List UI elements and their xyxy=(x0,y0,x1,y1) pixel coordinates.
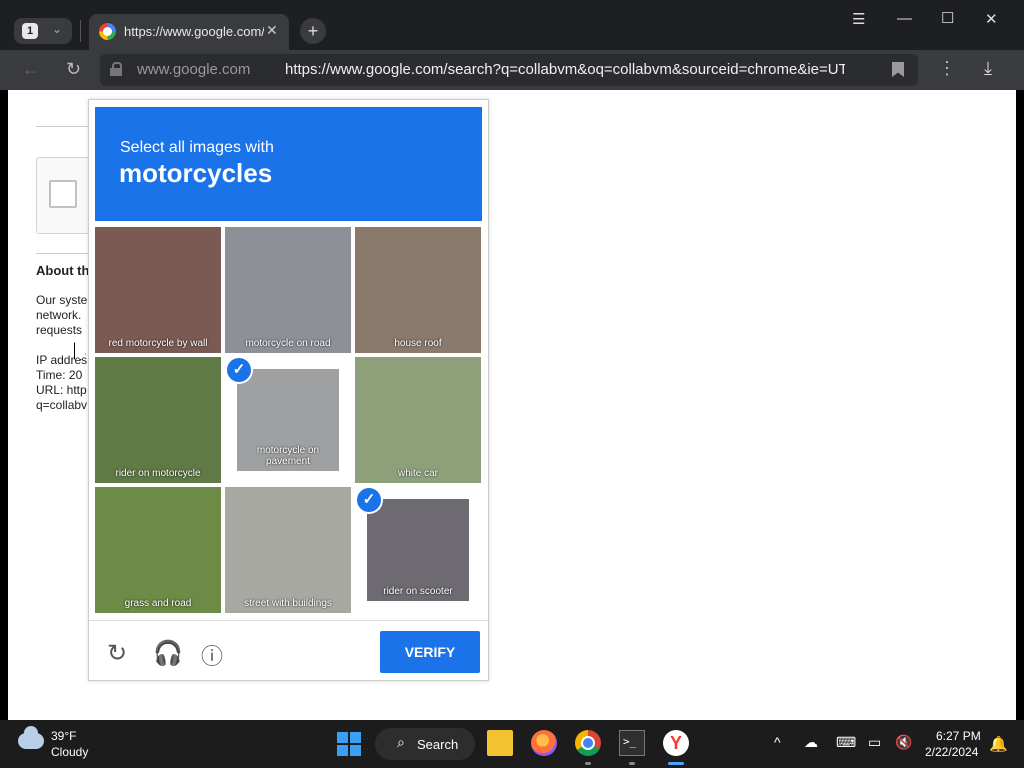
page-text-line: q=collabv xyxy=(36,398,88,412)
recaptcha-dialog: Select all images with motorcycles red m… xyxy=(88,99,489,681)
captcha-target: motorcycles xyxy=(119,158,273,188)
reload-page-icon[interactable]: ↻ xyxy=(66,59,81,80)
captcha-tile-image: house roof xyxy=(355,227,481,353)
keyboard-icon[interactable]: ⌨ xyxy=(836,734,856,751)
chevron-down-icon: ⌄ xyxy=(52,22,63,36)
captcha-tile-image: white car xyxy=(355,357,481,483)
browser-tab[interactable]: https://www.google.com/sorry/index?conti… xyxy=(89,14,289,50)
tab-menu-icon[interactable]: ☰ xyxy=(852,10,865,28)
headphones-icon[interactable]: 🎧 xyxy=(153,639,183,668)
weather-condition[interactable]: Cloudy xyxy=(51,745,88,759)
browser-tab-bar: 1 ⌄ https://www.google.com/sorry/index?c… xyxy=(0,0,1024,50)
url-text[interactable]: https://www.google.com/search?q=collabvm… xyxy=(285,61,845,78)
reload-icon[interactable]: ↻ xyxy=(107,639,127,668)
tile-description: red motorcycle by wall xyxy=(108,338,208,349)
tab-divider xyxy=(80,20,81,42)
captcha-tile-image: rider on motorcycle xyxy=(95,357,221,483)
tile-description: street with buildings xyxy=(244,598,332,609)
yandex-browser-icon[interactable]: Y xyxy=(663,730,689,756)
recaptcha-checkbox[interactable] xyxy=(49,180,77,208)
running-indicator xyxy=(629,762,635,765)
captcha-tile[interactable]: rider on motorcycle xyxy=(95,357,221,483)
more-options-icon[interactable]: ⋮ xyxy=(938,58,956,79)
info-icon[interactable]: ⓘ xyxy=(201,639,223,671)
captcha-tile[interactable]: house roof xyxy=(355,227,481,353)
start-button[interactable] xyxy=(337,732,361,756)
tab-counter-button[interactable]: 1 ⌄ xyxy=(14,18,72,44)
maximize-icon[interactable]: ☐ xyxy=(941,9,954,27)
cloud-icon[interactable] xyxy=(18,726,44,749)
close-tab-icon[interactable]: ✕ xyxy=(266,22,278,39)
verify-button[interactable]: VERIFY xyxy=(380,631,480,673)
captcha-tile[interactable]: grass and road xyxy=(95,487,221,613)
tile-description: motorcycle on road xyxy=(245,338,331,349)
captcha-tile[interactable]: red motorcycle by wall xyxy=(95,227,221,353)
tile-description: house roof xyxy=(394,338,442,349)
download-icon[interactable]: ⤓ xyxy=(984,58,992,79)
running-indicator xyxy=(585,762,591,765)
search-icon: ⌕ xyxy=(397,734,405,750)
weather-temperature[interactable]: 39°F xyxy=(51,729,76,743)
captcha-tile-image: motorcycle on pavement xyxy=(237,369,339,471)
captcha-tile-image: grass and road xyxy=(95,487,221,613)
captcha-tile-image: street with buildings xyxy=(225,487,351,613)
captcha-tile-image: rider on scooter xyxy=(367,499,469,601)
clock-date[interactable]: 2/22/2024 xyxy=(925,745,978,759)
captcha-tile[interactable]: motorcycle on pavement ✓ xyxy=(225,357,351,483)
page-text-line: Our syste xyxy=(36,293,88,307)
captcha-tile[interactable]: rider on scooter ✓ xyxy=(355,487,481,613)
clock-time[interactable]: 6:27 PM xyxy=(936,729,981,743)
captcha-instruction: Select all images with xyxy=(120,139,274,156)
tile-description: motorcycle on pavement xyxy=(256,445,320,467)
tile-description: grass and road xyxy=(124,598,192,609)
url-field[interactable]: www.google.com https://www.google.com/se… xyxy=(100,54,918,86)
google-favicon-icon xyxy=(99,23,116,40)
minimize-icon[interactable]: — xyxy=(897,10,912,27)
url-domain: www.google.com xyxy=(137,61,251,78)
checkmark-icon: ✓ xyxy=(227,358,251,382)
chrome-icon[interactable] xyxy=(575,730,601,756)
page-text-line: URL: http xyxy=(36,383,87,397)
search-label: Search xyxy=(417,737,459,752)
captcha-tile[interactable]: street with buildings xyxy=(225,487,351,613)
active-app-indicator xyxy=(668,762,684,765)
address-bar-row: ← ↻ www.google.com https://www.google.co… xyxy=(0,50,1024,90)
about-heading: About th xyxy=(36,263,90,278)
tab-count: 1 xyxy=(22,23,38,39)
volume-muted-icon[interactable]: 🔇 xyxy=(895,734,912,751)
new-tab-button[interactable]: + xyxy=(300,18,326,44)
chevron-up-icon[interactable]: ^ xyxy=(774,734,781,750)
terminal-icon[interactable] xyxy=(619,730,645,756)
captcha-header: Select all images with motorcycles xyxy=(95,107,482,221)
tile-description: rider on scooter xyxy=(383,586,453,597)
notification-bell-icon[interactable]: 🔔 xyxy=(989,735,1008,753)
windows-logo-icon xyxy=(337,732,348,743)
captcha-tile-image: red motorcycle by wall xyxy=(95,227,221,353)
captcha-tile[interactable]: white car xyxy=(355,357,481,483)
tile-description: rider on motorcycle xyxy=(115,468,201,479)
tile-description: white car xyxy=(397,468,438,479)
page-text-line: requests xyxy=(36,323,83,337)
page-text-line: network. xyxy=(36,308,82,322)
tab-title: https://www.google.com/sorry/index?conti… xyxy=(124,24,264,39)
page-text-line: Time: 20 xyxy=(36,368,83,382)
firefox-icon[interactable] xyxy=(531,730,557,756)
bookmark-icon[interactable] xyxy=(892,62,904,77)
captcha-tile[interactable]: motorcycle on road xyxy=(225,227,351,353)
back-icon[interactable]: ← xyxy=(22,59,40,80)
captcha-tile-image: motorcycle on road xyxy=(225,227,351,353)
lock-icon xyxy=(110,62,122,76)
checkmark-icon: ✓ xyxy=(357,488,381,512)
onedrive-icon[interactable]: ☁ xyxy=(804,734,818,751)
close-window-icon[interactable]: ✕ xyxy=(985,10,998,28)
network-icon[interactable]: ▭ xyxy=(868,734,881,751)
captcha-footer: ↻ 🎧 ⓘ VERIFY xyxy=(89,620,488,680)
file-explorer-icon[interactable] xyxy=(487,730,513,756)
windows-taskbar: 39°F Cloudy ⌕ Search Y ^ ☁ ⌨ ▭ 🔇 6:27 PM… xyxy=(0,720,1024,768)
taskbar-search[interactable]: ⌕ Search xyxy=(375,728,475,760)
